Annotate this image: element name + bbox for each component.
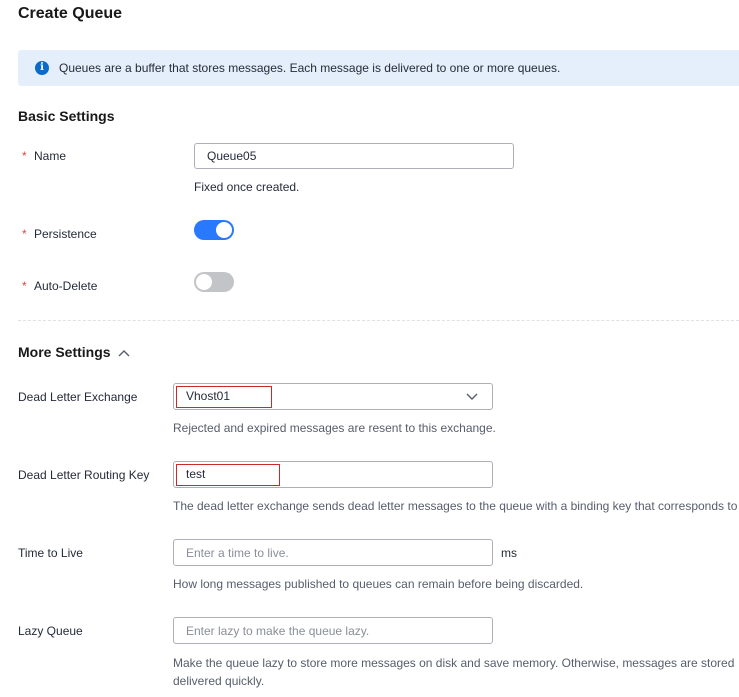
name-label-text: Name <box>34 149 67 163</box>
dead-letter-routing-key-hint: The dead letter exchange sends dead lett… <box>173 499 738 513</box>
name-input[interactable]: Queue05 <box>194 143 514 169</box>
highlight-box <box>176 386 272 408</box>
info-banner-text: Queues are a buffer that stores messages… <box>59 61 561 75</box>
time-to-live-label: Time to Live <box>18 546 83 560</box>
section-divider <box>18 320 739 321</box>
more-settings-toggle[interactable]: More Settings <box>18 343 130 361</box>
required-mark: * <box>22 227 27 241</box>
persistence-toggle[interactable] <box>194 220 234 240</box>
dead-letter-routing-key-label: Dead Letter Routing Key <box>18 468 150 482</box>
highlight-box <box>176 464 280 486</box>
basic-settings-title: Basic Settings <box>18 108 115 124</box>
auto-delete-label: * Auto-Delete <box>22 278 97 294</box>
page-title: Create Queue <box>18 5 123 22</box>
dead-letter-exchange-hint: Rejected and expired messages are resent… <box>173 421 496 435</box>
info-icon: i <box>35 61 49 75</box>
info-banner: i Queues are a buffer that stores messag… <box>18 50 739 86</box>
required-mark: * <box>22 279 27 293</box>
time-to-live-input[interactable] <box>173 539 493 566</box>
required-mark: * <box>22 149 27 163</box>
create-queue-page: Create Queue i Queues are a buffer that … <box>0 0 739 697</box>
time-to-live-unit: ms <box>501 546 517 560</box>
lazy-queue-label: Lazy Queue <box>18 624 83 638</box>
chevron-up-icon <box>118 350 130 357</box>
name-hint: Fixed once created. <box>194 180 300 194</box>
more-settings-title: More Settings <box>18 344 111 360</box>
auto-delete-toggle[interactable] <box>194 272 234 292</box>
lazy-queue-hint-line1: Make the queue lazy to store more messag… <box>173 656 735 670</box>
toggle-knob <box>196 274 212 290</box>
chevron-down-icon <box>466 393 478 400</box>
auto-delete-label-text: Auto-Delete <box>34 279 98 293</box>
persistence-label: * Persistence <box>22 226 97 242</box>
lazy-queue-input[interactable] <box>173 617 493 644</box>
dead-letter-exchange-label: Dead Letter Exchange <box>18 390 138 404</box>
time-to-live-hint: How long messages published to queues ca… <box>173 577 584 591</box>
name-label: * Name <box>22 148 66 164</box>
lazy-queue-hint-line2: delivered quickly. <box>173 674 265 688</box>
toggle-knob <box>216 222 232 238</box>
persistence-label-text: Persistence <box>34 227 97 241</box>
